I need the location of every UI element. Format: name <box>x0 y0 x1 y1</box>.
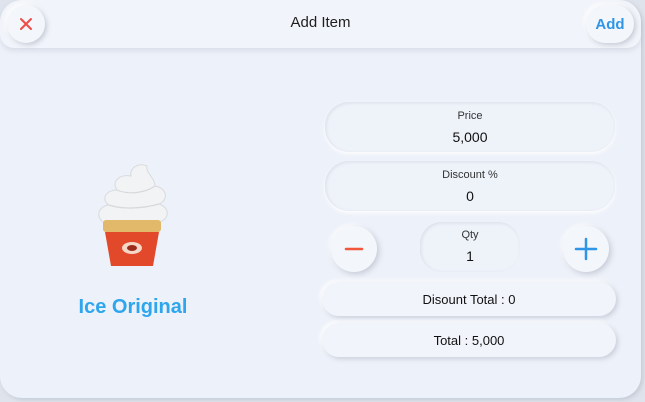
add-button[interactable]: Add <box>586 5 634 43</box>
discount-field[interactable]: Discount % 0 <box>325 161 615 211</box>
product-name: Ice Original <box>78 296 188 318</box>
decrease-qty-button[interactable] <box>331 226 377 272</box>
total: Total : 5,000 <box>322 323 616 357</box>
discount-value: 0 <box>466 188 474 204</box>
dialog-title: Add Item <box>290 14 351 31</box>
plus-icon <box>574 237 598 261</box>
discount-total: Disount Total : 0 <box>322 282 616 316</box>
price-value: 5,000 <box>452 129 488 145</box>
qty-value: 1 <box>466 248 474 264</box>
increase-qty-button[interactable] <box>563 226 609 272</box>
qty-label: Qty <box>461 229 479 241</box>
dialog-header: Add Item Add <box>0 0 641 48</box>
qty-field[interactable]: Qty 1 <box>420 222 520 272</box>
price-field[interactable]: Price 5,000 <box>325 102 615 152</box>
price-label: Price <box>457 110 483 122</box>
minus-icon <box>344 247 364 251</box>
discount-label: Discount % <box>442 169 498 181</box>
ice-cream-cone-image <box>98 164 168 266</box>
add-item-dialog: Add Item Add Ice Original Price 5,000 Di… <box>0 0 641 398</box>
